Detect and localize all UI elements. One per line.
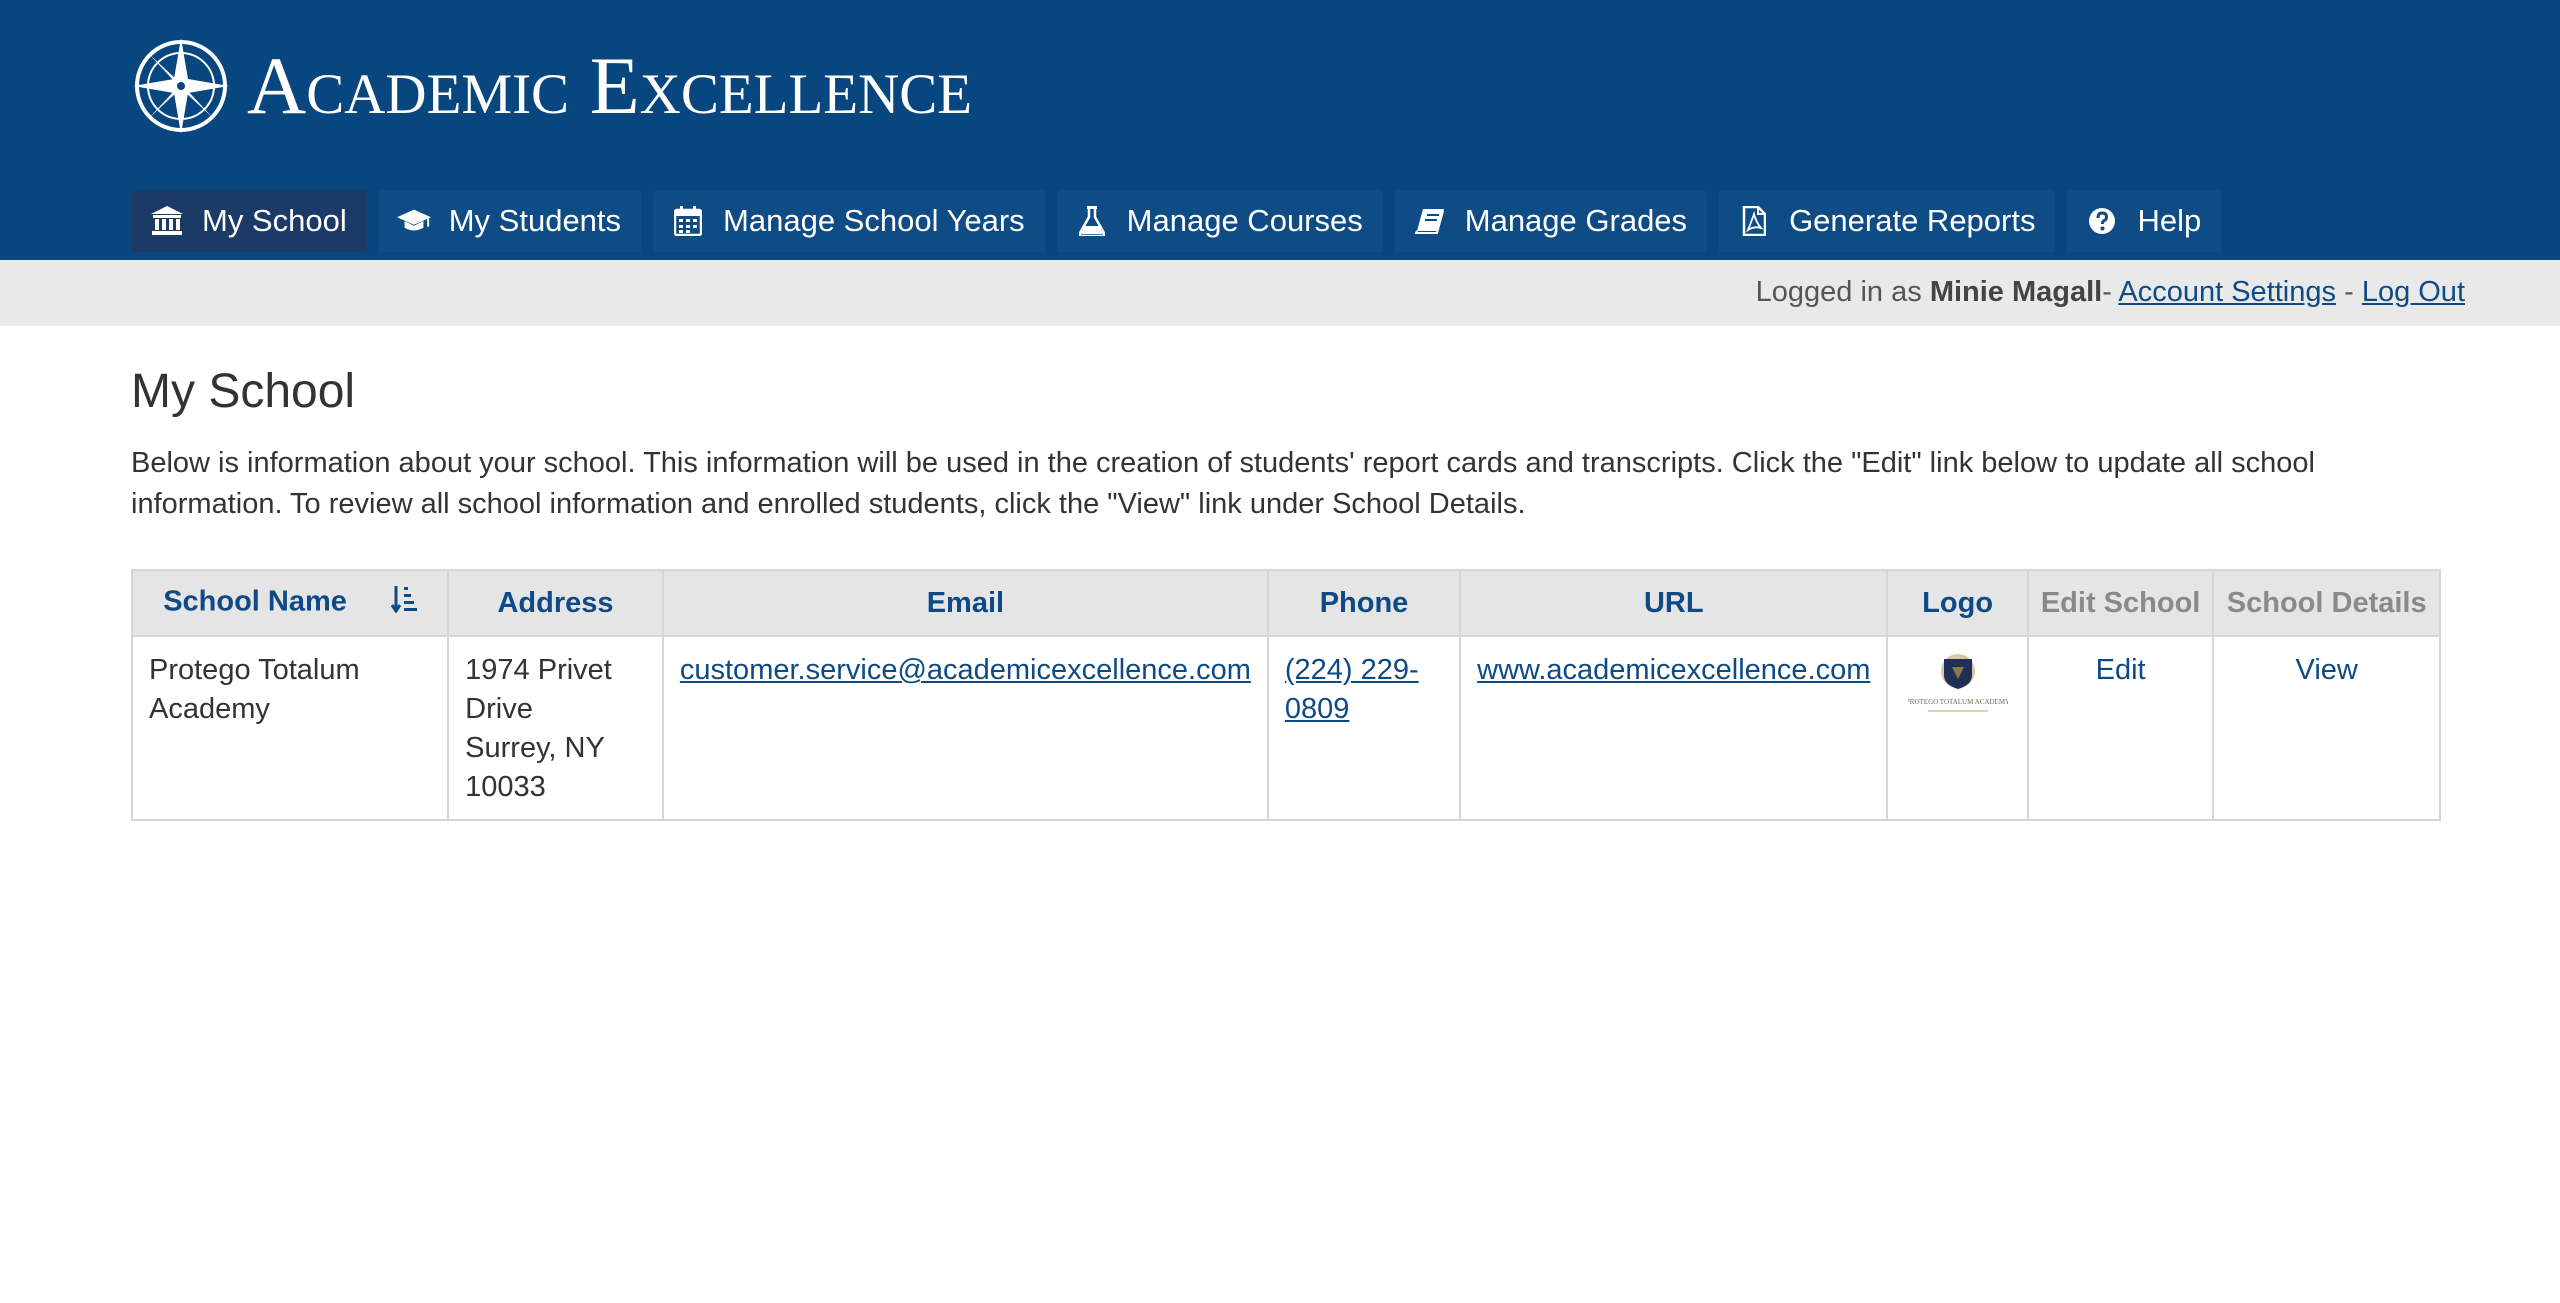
- book-icon: [1413, 204, 1447, 238]
- pdf-file-icon: [1737, 204, 1771, 238]
- calendar-icon: [671, 204, 705, 238]
- email-link[interactable]: customer.service@academicexcellence.com: [680, 654, 1251, 686]
- nav-item-my-students[interactable]: My Students: [378, 190, 642, 252]
- login-status: Logged in as Minie Magall- Account Setti…: [1756, 276, 2465, 309]
- logo-caption: PROTEGO TOTALUM ACADEMY: [1908, 698, 2008, 706]
- column-header-edit-school: Edit School: [2026, 569, 2215, 637]
- brand-logo[interactable]: Academic Excellence: [131, 36, 972, 136]
- nav-item-my-school[interactable]: My School: [132, 190, 367, 252]
- column-header-phone[interactable]: Phone: [1266, 569, 1462, 637]
- column-header-url[interactable]: URL: [1459, 569, 1889, 637]
- nav-label: My School: [202, 203, 347, 238]
- nav-item-manage-grades[interactable]: Manage Grades: [1394, 190, 1708, 252]
- site-header: Academic Excellence My School My Student…: [0, 0, 2560, 260]
- nav-label: Generate Reports: [1789, 203, 2036, 238]
- separator: -: [2344, 276, 2354, 308]
- nav-label: Manage Grades: [1464, 203, 1688, 238]
- bank-icon: [150, 204, 184, 238]
- cell-address: 1974 Privet Drive Surrey, NY 10033: [447, 635, 664, 821]
- column-header-logo[interactable]: Logo: [1886, 569, 2029, 637]
- school-logo-image: PROTEGO TOTALUM ACADEMY: [1906, 654, 2010, 712]
- nav-label: My Students: [448, 203, 622, 238]
- separator: -: [2102, 276, 2112, 308]
- username: Minie Magall: [1929, 276, 2103, 308]
- column-header-school-details: School Details: [2212, 569, 2441, 637]
- nav-label: Manage Courses: [1126, 203, 1363, 238]
- flask-icon: [1075, 204, 1109, 238]
- table-row: Protego Totalum Academy 1974 Privet Driv…: [130, 635, 2441, 821]
- table-header-row: School Name Address Email Phone URL Logo…: [130, 569, 2441, 637]
- cell-edit: Edit: [2026, 635, 2215, 821]
- nav-item-help[interactable]: Help: [2067, 190, 2222, 252]
- nav-item-manage-courses[interactable]: Manage Courses: [1056, 190, 1383, 252]
- column-header-school-name[interactable]: School Name: [130, 569, 450, 637]
- nav-label: Manage School Years: [723, 203, 1025, 238]
- column-header-address[interactable]: Address: [447, 569, 664, 637]
- cell-email: customer.service@academicexcellence.com: [661, 635, 1269, 821]
- edit-school-link[interactable]: Edit: [2096, 654, 2146, 686]
- cell-phone: (224) 229-0809: [1266, 635, 1462, 821]
- question-circle-icon: [2085, 204, 2119, 238]
- address-line: 1974 Privet Drive: [465, 654, 612, 725]
- main-nav: My School My Students Manage School Year…: [132, 190, 2233, 252]
- column-header-email[interactable]: Email: [661, 569, 1269, 637]
- cell-school-name: Protego Totalum Academy: [130, 635, 450, 821]
- nav-item-generate-reports[interactable]: Generate Reports: [1719, 190, 2056, 252]
- cell-url: www.academicexcellence.com: [1459, 635, 1889, 821]
- brand-name: Academic Excellence: [247, 40, 973, 131]
- website-link[interactable]: www.academicexcellence.com: [1477, 654, 1870, 686]
- sort-ascending-icon[interactable]: [390, 585, 417, 621]
- compass-rose-icon: [133, 38, 229, 134]
- nav-label: Help: [2137, 203, 2202, 238]
- page-intro: Below is information about your school. …: [131, 447, 2315, 520]
- phone-link[interactable]: (224) 229-0809: [1285, 654, 1419, 725]
- logout-link[interactable]: Log Out: [2362, 276, 2465, 308]
- school-table: School Name Address Email Phone URL Logo…: [130, 569, 2441, 821]
- user-bar: Logged in as Minie Magall- Account Setti…: [0, 260, 2560, 326]
- logged-in-prefix: Logged in as: [1755, 276, 1922, 308]
- view-school-details-link[interactable]: View: [2296, 654, 2358, 686]
- graduation-cap-icon: [396, 204, 431, 238]
- cell-view: View: [2212, 635, 2441, 821]
- account-settings-link[interactable]: Account Settings: [2118, 276, 2336, 308]
- address-line: Surrey, NY 10033: [465, 732, 605, 803]
- nav-item-manage-school-years[interactable]: Manage School Years: [653, 190, 1045, 252]
- cell-logo: PROTEGO TOTALUM ACADEMY: [1886, 635, 2029, 821]
- page-title: My School: [131, 365, 356, 418]
